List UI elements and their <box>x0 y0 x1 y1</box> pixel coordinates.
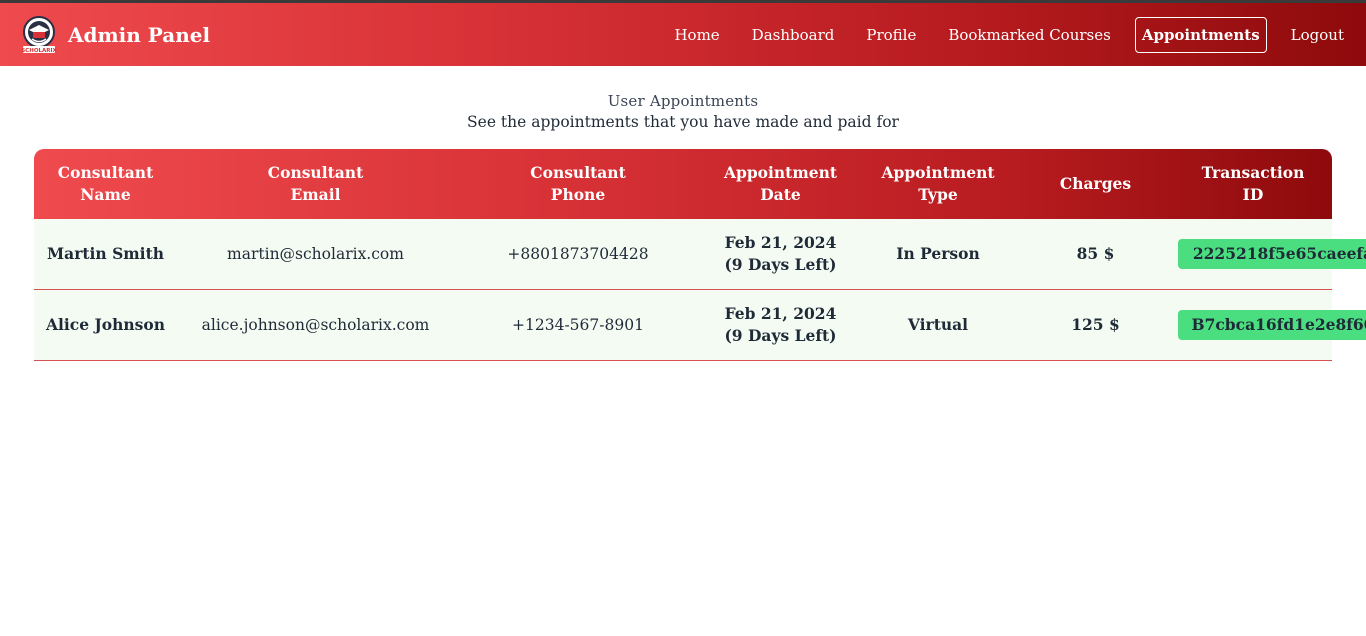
cell-transaction-id: B7cbca16fd1e2e8f60 <box>1174 290 1366 361</box>
page-title: See the appointments that you have made … <box>467 113 899 131</box>
cell-consultant-email: martin@scholarix.com <box>227 245 404 263</box>
nav-bookmarked-courses[interactable]: Bookmarked Courses <box>940 18 1118 52</box>
transaction-id-badge[interactable]: 2225218f5e65caeefa <box>1178 239 1366 269</box>
nav-profile[interactable]: Profile <box>858 18 924 52</box>
cell-transaction-id: 2225218f5e65caeefa <box>1174 219 1366 290</box>
cell-appointment-date: Feb 21, 2024 (9 Days Left) <box>724 304 837 345</box>
cell-consultant-phone: +1234-567-8901 <box>512 316 644 334</box>
nav-appointments[interactable]: Appointments <box>1134 16 1267 53</box>
navbar: SCHOLARIX Admin Panel Home Dashboard Pro… <box>0 3 1366 66</box>
cell-consultant-email: alice.johnson@scholarix.com <box>201 316 430 334</box>
logo-text: SCHOLARIX <box>21 48 57 54</box>
cell-consultant-name: Martin Smith <box>47 244 164 263</box>
header-charges: Charges <box>1059 174 1132 193</box>
scholarix-logo-icon: SCHOLARIX <box>20 15 58 55</box>
table-row: Alice Johnson alice.johnson@scholarix.co… <box>34 289 1366 361</box>
header-transaction-id: Transaction ID <box>1201 163 1305 204</box>
cell-appointment-date: Feb 21, 2024 (9 Days Left) <box>724 233 837 274</box>
cell-charges: 85 $ <box>1076 244 1115 263</box>
header-appointment-type: Appointment Type <box>881 163 995 204</box>
table-header-row: Consultant Name Consultant Email Consultan… <box>34 149 1332 219</box>
nav-logout[interactable]: Logout <box>1283 18 1352 52</box>
header-consultant-phone: Consultant Phone <box>530 163 626 204</box>
appointments-table: Consultant Name Consultant Email Consultan… <box>34 149 1366 361</box>
nav-dashboard[interactable]: Dashboard <box>744 18 843 52</box>
brand[interactable]: SCHOLARIX Admin Panel <box>20 15 210 55</box>
page-subtitle: User Appointments <box>607 92 759 110</box>
cell-consultant-name: Alice Johnson <box>45 315 166 334</box>
cell-charges: 125 $ <box>1071 315 1120 334</box>
nav-links: Home Dashboard Profile Bookmarked Course… <box>650 3 1352 66</box>
cell-appointment-type: In Person <box>896 244 980 263</box>
brand-title: Admin Panel <box>68 22 211 47</box>
nav-home[interactable]: Home <box>666 18 727 52</box>
header-consultant-name: Consultant Name <box>57 163 154 204</box>
table-row: Martin Smith martin@scholarix.com +88018… <box>34 219 1366 290</box>
appointments-table-container: Consultant Name Consultant Email Consultan… <box>34 149 1366 361</box>
page-heading: User Appointments See the appointments t… <box>0 92 1366 131</box>
transaction-id-badge[interactable]: B7cbca16fd1e2e8f60 <box>1178 310 1366 340</box>
cell-appointment-type: Virtual <box>907 315 969 334</box>
cell-consultant-phone: +8801873704428 <box>507 245 649 263</box>
header-appointment-date: Appointment Date <box>723 163 838 204</box>
header-consultant-email: Consultant Email <box>267 163 364 204</box>
